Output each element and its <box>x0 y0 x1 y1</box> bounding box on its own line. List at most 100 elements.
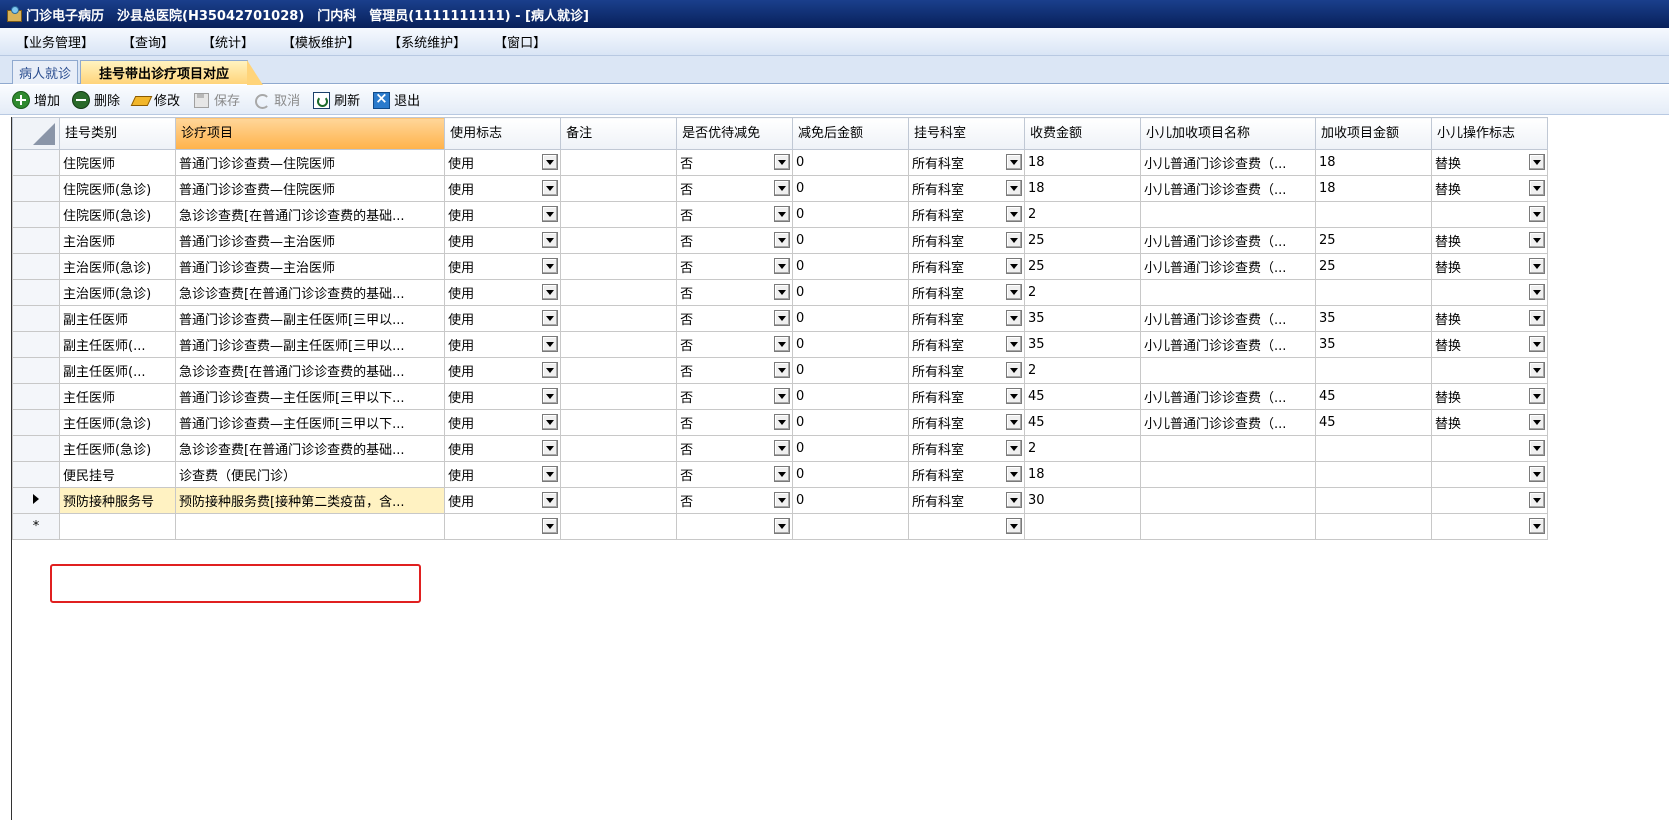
dropdown-arrow-icon[interactable] <box>774 414 791 430</box>
dropdown-arrow-icon[interactable] <box>542 154 559 170</box>
cell-surcharge-amount[interactable]: 45 <box>1315 409 1432 436</box>
table-row[interactable]: 主任医师(急诊) 急诊诊查费[在普通门诊诊查费的基础... 使用 否 0 所有科室 2 <box>11 435 1549 462</box>
cell-reg-type[interactable]: 主任医师(急诊) <box>59 435 176 462</box>
cell-child-op-flag[interactable]: 替换 <box>1430 383 1549 410</box>
cell-fee-amount[interactable]: 2 <box>1023 357 1141 384</box>
cell-discount-flag[interactable]: 否 <box>676 175 794 202</box>
cell-discount-flag[interactable]: 否 <box>676 383 794 410</box>
table-row[interactable]: 主治医师(急诊) 急诊诊查费[在普通门诊诊查费的基础... 使用 否 0 所有科室 2 <box>11 279 1549 306</box>
table-row[interactable]: 住院医师 普通门诊诊查费—住院医师 使用 否 0 所有科室 18 小儿普通门诊诊查费（... 1… <box>11 149 1549 176</box>
cell-reg-dept[interactable]: 所有科室 <box>908 331 1025 358</box>
menu-business[interactable]: 【业务管理】 <box>16 32 94 51</box>
new-cell-remark[interactable] <box>560 513 678 540</box>
cell-reg-dept[interactable]: 所有科室 <box>908 175 1025 202</box>
cell-use-flag[interactable]: 使用 <box>444 201 562 228</box>
cell-amount-after-discount[interactable]: 0 <box>792 461 910 488</box>
cell-treatment-item[interactable]: 普通门诊诊查费—住院医师 <box>174 175 446 202</box>
cell-discount-flag[interactable]: 否 <box>676 201 794 228</box>
cell-fee-amount[interactable]: 25 <box>1023 253 1141 280</box>
cell-remark[interactable] <box>560 175 678 202</box>
cell-use-flag[interactable]: 使用 <box>444 357 562 384</box>
dropdown-arrow-icon[interactable] <box>774 362 791 378</box>
column-header-reg-dept[interactable]: 挂号科室 <box>908 117 1025 150</box>
table-row[interactable]: 副主任医师(... 急诊诊查费[在普通门诊诊查费的基础... 使用 否 0 所有科室 2 <box>11 357 1549 384</box>
cell-remark[interactable] <box>560 435 678 462</box>
new-cell-child-surcharge-item[interactable] <box>1139 513 1317 540</box>
cell-surcharge-amount[interactable] <box>1315 487 1432 514</box>
row-header[interactable] <box>11 279 61 306</box>
tab-patient-visit[interactable]: 病人就诊 <box>12 60 78 84</box>
row-header[interactable] <box>11 253 61 280</box>
dropdown-arrow-icon[interactable] <box>774 258 791 274</box>
cell-treatment-item[interactable]: 普通门诊诊查费—主治医师 <box>174 253 446 280</box>
dropdown-arrow-icon[interactable] <box>774 232 791 248</box>
cell-use-flag[interactable]: 使用 <box>444 435 562 462</box>
cell-discount-flag[interactable]: 否 <box>676 461 794 488</box>
cell-child-op-flag[interactable] <box>1430 357 1549 384</box>
dropdown-arrow-icon[interactable] <box>542 258 559 274</box>
cell-reg-type[interactable]: 主任医师(急诊) <box>59 409 176 436</box>
cell-reg-dept[interactable]: 所有科室 <box>908 227 1025 254</box>
cell-fee-amount[interactable]: 45 <box>1023 383 1141 410</box>
cell-surcharge-amount[interactable]: 18 <box>1315 175 1432 202</box>
dropdown-arrow-icon[interactable] <box>542 180 559 196</box>
column-header-child-surcharge-item[interactable]: 小儿加收项目名称 <box>1139 117 1317 150</box>
cell-discount-flag[interactable]: 否 <box>676 357 794 384</box>
new-cell-amount-after-discount[interactable] <box>792 513 910 540</box>
dropdown-arrow-icon[interactable] <box>774 206 791 222</box>
cell-use-flag[interactable]: 使用 <box>444 461 562 488</box>
dropdown-arrow-icon[interactable] <box>774 466 791 482</box>
cell-reg-type[interactable]: 便民挂号 <box>59 461 176 488</box>
table-row[interactable]: 副主任医师(... 普通门诊诊查费—副主任医师[三甲以... 使用 否 0 所有科室 35 小… <box>11 331 1549 358</box>
cell-remark[interactable] <box>560 331 678 358</box>
cell-child-surcharge-item[interactable]: 小儿普通门诊诊查费（... <box>1139 331 1317 358</box>
cell-use-flag[interactable]: 使用 <box>444 279 562 306</box>
table-row[interactable]: 住院医师(急诊) 急诊诊查费[在普通门诊诊查费的基础... 使用 否 0 所有科室 2 <box>11 201 1549 228</box>
cell-fee-amount[interactable]: 35 <box>1023 305 1141 332</box>
table-row[interactable]: 副主任医师 普通门诊诊查费—副主任医师[三甲以... 使用 否 0 所有科室 35 小儿普通门… <box>11 305 1549 332</box>
dropdown-arrow-icon[interactable] <box>1529 388 1545 404</box>
cell-discount-flag[interactable]: 否 <box>676 331 794 358</box>
dropdown-arrow-icon[interactable] <box>1005 518 1022 534</box>
cell-use-flag[interactable]: 使用 <box>444 409 562 436</box>
cell-reg-dept[interactable]: 所有科室 <box>908 357 1025 384</box>
cell-fee-amount[interactable]: 2 <box>1023 201 1141 228</box>
cell-reg-dept[interactable]: 所有科室 <box>908 149 1025 176</box>
dropdown-arrow-icon[interactable] <box>1005 362 1022 378</box>
row-header[interactable] <box>11 175 61 202</box>
save-button[interactable]: 保存 <box>192 90 240 109</box>
dropdown-arrow-icon[interactable] <box>1005 180 1022 196</box>
dropdown-arrow-icon[interactable] <box>1005 154 1022 170</box>
cell-remark[interactable] <box>560 149 678 176</box>
table-row[interactable]: 主任医师 普通门诊诊查费—主任医师[三甲以下... 使用 否 0 所有科室 45 小儿普通门诊… <box>11 383 1549 410</box>
dropdown-arrow-icon[interactable] <box>774 310 791 326</box>
cell-amount-after-discount[interactable]: 0 <box>792 383 910 410</box>
cell-fee-amount[interactable]: 2 <box>1023 435 1141 462</box>
column-header-fee-amount[interactable]: 收费金额 <box>1023 117 1141 150</box>
cell-discount-flag[interactable]: 否 <box>676 253 794 280</box>
cell-reg-dept[interactable]: 所有科室 <box>908 305 1025 332</box>
dropdown-arrow-icon[interactable] <box>1005 466 1022 482</box>
add-button[interactable]: 增加 <box>12 90 60 109</box>
cell-child-op-flag[interactable]: 替换 <box>1430 149 1549 176</box>
row-header[interactable] <box>11 357 61 384</box>
cell-treatment-item[interactable]: 普通门诊诊查费—住院医师 <box>174 149 446 176</box>
dropdown-arrow-icon[interactable] <box>542 362 559 378</box>
cell-child-surcharge-item[interactable]: 小儿普通门诊诊查费（... <box>1139 175 1317 202</box>
cell-surcharge-amount[interactable] <box>1315 461 1432 488</box>
dropdown-arrow-icon[interactable] <box>1529 310 1545 326</box>
cell-amount-after-discount[interactable]: 0 <box>792 227 910 254</box>
dropdown-arrow-icon[interactable] <box>1529 518 1545 534</box>
dropdown-arrow-icon[interactable] <box>1005 284 1022 300</box>
dropdown-arrow-icon[interactable] <box>542 518 559 534</box>
dropdown-arrow-icon[interactable] <box>1529 258 1545 274</box>
cell-fee-amount[interactable]: 30 <box>1023 487 1141 514</box>
cell-discount-flag[interactable]: 否 <box>676 149 794 176</box>
dropdown-arrow-icon[interactable] <box>774 492 791 508</box>
dropdown-arrow-icon[interactable] <box>542 440 559 456</box>
dropdown-arrow-icon[interactable] <box>1529 180 1545 196</box>
dropdown-arrow-icon[interactable] <box>774 336 791 352</box>
menu-window[interactable]: 【窗口】 <box>494 32 546 51</box>
cell-amount-after-discount[interactable]: 0 <box>792 487 910 514</box>
new-cell-child-op-flag[interactable] <box>1430 513 1549 540</box>
